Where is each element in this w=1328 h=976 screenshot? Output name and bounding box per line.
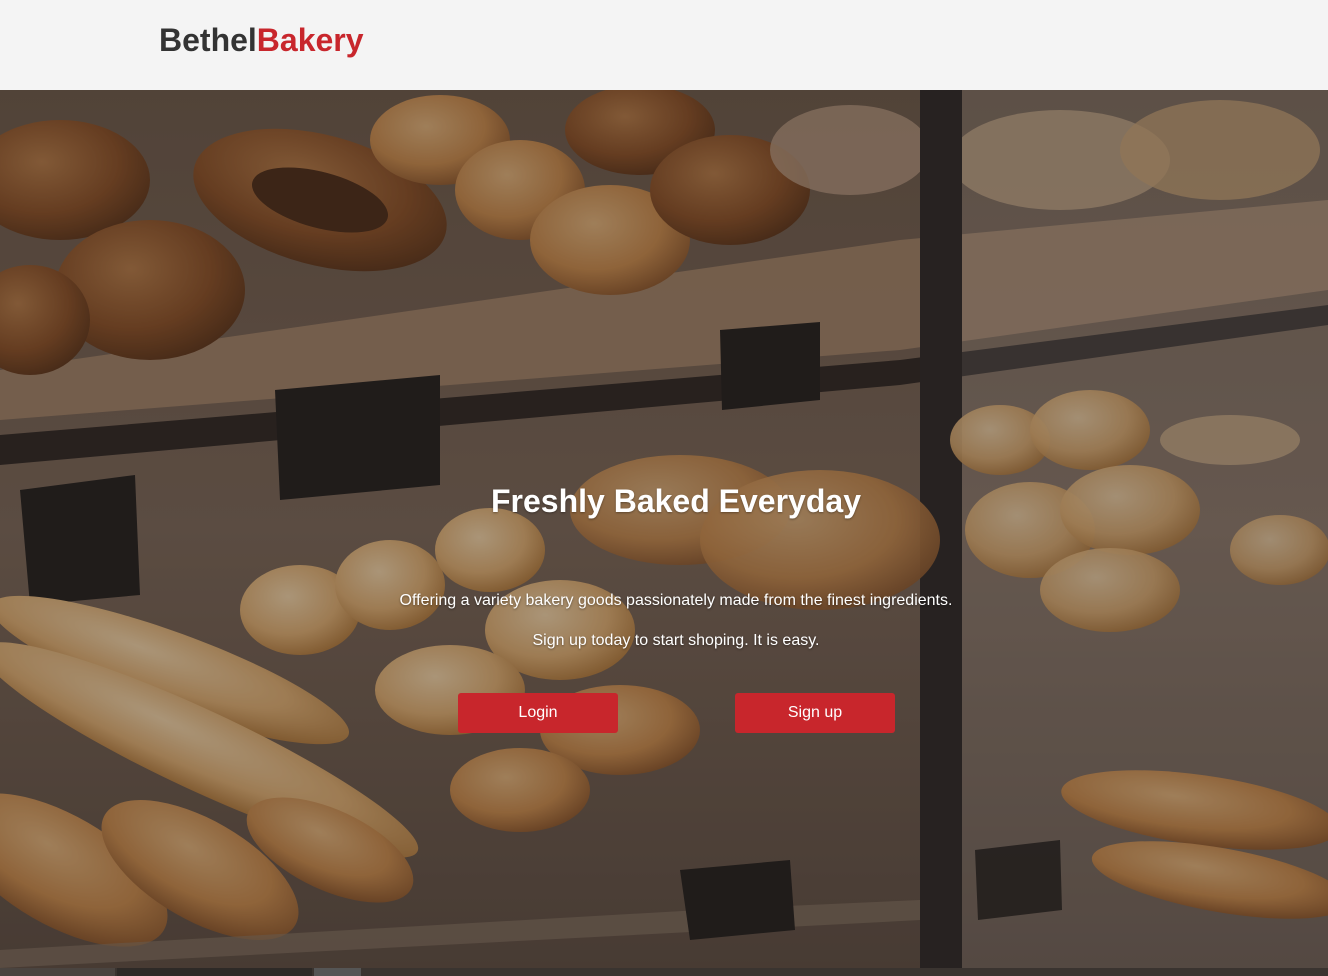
hero-headline: Freshly Baked Everyday [491, 483, 861, 519]
strip-segment [0, 968, 115, 976]
hero-cta-text: Sign up today to start shoping. It is ea… [532, 632, 820, 649]
brand-logo[interactable]: BethelBakery [159, 22, 364, 58]
strip-segment [117, 968, 312, 976]
bottom-strip [0, 968, 1328, 976]
navbar: BethelBakery [0, 0, 1328, 90]
strip-segment [314, 968, 361, 976]
signup-button[interactable]: Sign up [735, 693, 895, 733]
hero-section: Freshly Baked Everyday Offering a variet… [0, 90, 1328, 968]
brand-name-first: Bethel [159, 22, 257, 58]
hero-content: Freshly Baked Everyday Offering a variet… [0, 90, 1328, 968]
brand-name-second: Bakery [256, 22, 364, 58]
login-button[interactable]: Login [458, 693, 618, 733]
hero-tagline: Offering a variety bakery goods passiona… [399, 592, 953, 609]
